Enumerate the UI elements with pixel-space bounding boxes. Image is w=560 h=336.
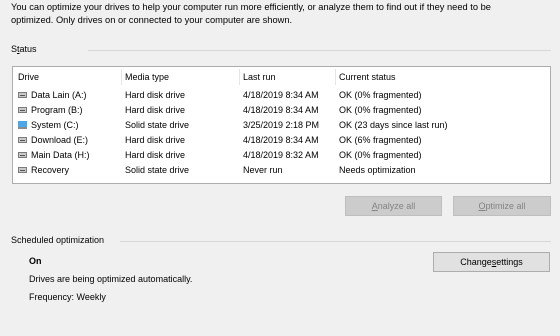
column-header-drive[interactable]: Drive [18, 72, 39, 82]
scheduled-section-divider [120, 241, 551, 242]
status-section-label: Status [11, 44, 37, 54]
scheduled-section-label: Scheduled optimization [11, 235, 105, 245]
status-label-rest: atus [19, 44, 37, 54]
drive-row[interactable]: Download (E:) Hard disk drive 4/18/2019 … [13, 133, 550, 148]
column-header-media-type[interactable]: Media type [125, 72, 169, 82]
current-status: OK (0% fragmented) [339, 90, 422, 100]
hard-drive-icon [18, 92, 27, 98]
analyze-label-rest: nalyze all [377, 201, 416, 211]
hard-drive-icon [18, 152, 27, 158]
optimize-accel: O [478, 201, 486, 211]
intro-line-2: optimized. Only drives on or connected t… [11, 15, 293, 25]
media-type: Hard disk drive [125, 105, 186, 115]
hard-drive-icon [18, 167, 27, 173]
schedule-frequency: Frequency: Weekly [29, 292, 106, 302]
change-label-pre: Change [460, 257, 492, 267]
hard-drive-icon [18, 107, 27, 113]
media-type: Solid state drive [125, 120, 190, 130]
drive-name: Download (E:) [31, 135, 89, 145]
schedule-state: On [29, 256, 42, 266]
drive-list[interactable]: Drive Media type Last run Current status… [12, 66, 551, 184]
intro-line-1: You can optimize your drives to help you… [11, 2, 491, 12]
drive-name: Recovery [31, 165, 70, 175]
media-type: Hard disk drive [125, 90, 186, 100]
change-label-rest: ettings [496, 257, 523, 267]
drive-row[interactable]: Main Data (H:) Hard disk drive 4/18/2019… [13, 148, 550, 163]
column-separator [335, 69, 336, 85]
system-drive-icon [18, 121, 27, 129]
last-run: 3/25/2019 2:18 PM [243, 120, 320, 130]
media-type: Solid state drive [125, 165, 190, 175]
column-separator [121, 69, 122, 85]
last-run: 4/18/2019 8:32 AM [243, 150, 319, 160]
last-run: 4/18/2019 8:34 AM [243, 135, 319, 145]
drive-row[interactable]: Program (B:) Hard disk drive 4/18/2019 8… [13, 103, 550, 118]
current-status: OK (23 days since last run) [339, 120, 448, 130]
last-run: Never run [243, 165, 283, 175]
change-settings-button[interactable]: Change s ettings [433, 252, 550, 272]
schedule-description: Drives are being optimized automatically… [29, 274, 193, 284]
drive-name: Program (B:) [31, 105, 83, 115]
column-header-current-status[interactable]: Current status [339, 72, 396, 82]
drive-row[interactable]: System (C:) Solid state drive 3/25/2019 … [13, 118, 550, 133]
last-run: 4/18/2019 8:34 AM [243, 105, 319, 115]
drive-name: System (C:) [31, 120, 79, 130]
analyze-all-button[interactable]: Analyze all [345, 196, 442, 216]
media-type: Hard disk drive [125, 150, 186, 160]
drive-list-header: Drive Media type Last run Current status [13, 67, 550, 87]
drive-row[interactable]: Recovery Solid state drive Never run Nee… [13, 163, 550, 178]
current-status: OK (0% fragmented) [339, 150, 422, 160]
column-separator [239, 69, 240, 85]
hard-drive-icon [18, 137, 27, 143]
drive-name: Main Data (H:) [31, 150, 90, 160]
last-run: 4/18/2019 8:34 AM [243, 90, 319, 100]
optimize-label-rest: ptimize all [485, 201, 526, 211]
current-status: Needs optimization [339, 165, 416, 175]
drive-name: Data Lain (A:) [31, 90, 87, 100]
drive-row[interactable]: Data Lain (A:) Hard disk drive 4/18/2019… [13, 88, 550, 103]
media-type: Hard disk drive [125, 135, 186, 145]
current-status: OK (0% fragmented) [339, 105, 422, 115]
intro-text: You can optimize your drives to help you… [11, 1, 551, 27]
optimize-all-button[interactable]: Optimize all [453, 196, 551, 216]
status-section-divider [88, 50, 551, 51]
current-status: OK (6% fragmented) [339, 135, 422, 145]
column-header-last-run[interactable]: Last run [243, 72, 276, 82]
